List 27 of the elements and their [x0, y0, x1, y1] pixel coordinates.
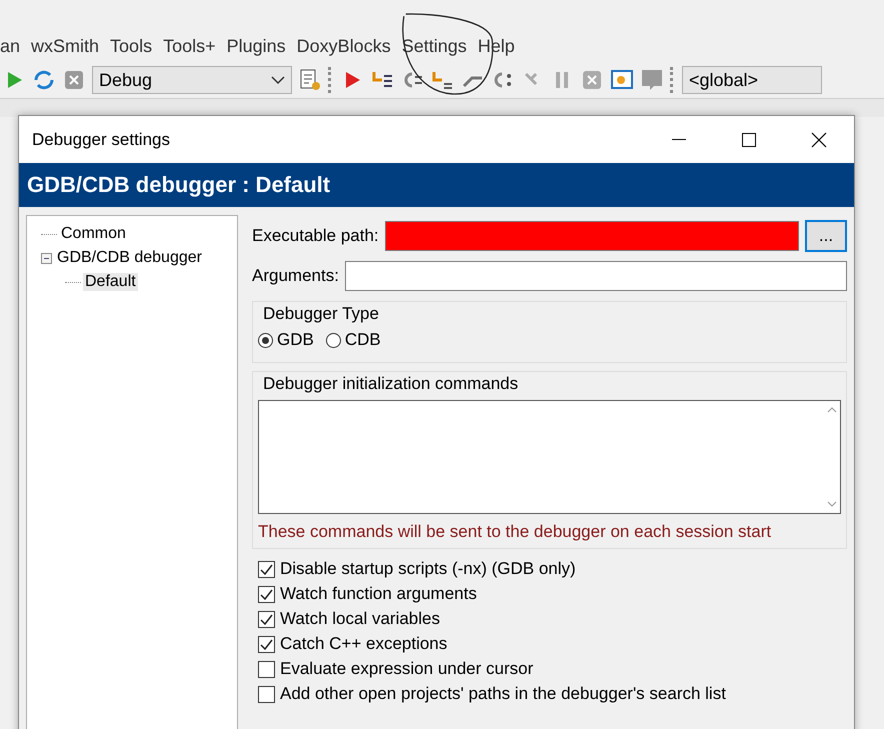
tree-item[interactable]: GDB/CDB debugger [55, 249, 204, 267]
menu-item[interactable]: Plugins [226, 36, 297, 56]
checkbox-label: Catch C++ exceptions [280, 634, 448, 654]
checkbox-label: Disable startup scripts (-nx) (GDB only) [280, 559, 576, 579]
radio-label: CDB [344, 330, 381, 350]
tree-item[interactable]: Default [83, 273, 138, 291]
menu-item[interactable]: wxSmith [31, 36, 110, 56]
settings-header: GDB/CDB debugger : Default [19, 163, 854, 207]
hint-text: These commands will be sent to the debugger on each session start [258, 521, 772, 542]
field-label: Arguments: [252, 266, 339, 286]
menu-item[interactable]: Tools+ [163, 36, 227, 56]
build-target-dropdown[interactable]: Debug [92, 66, 292, 94]
group-title: Debugger initialization commands [262, 373, 520, 395]
scope-dropdown[interactable]: <global> [682, 66, 822, 94]
checkbox-label: Evaluate expression under cursor [280, 659, 534, 679]
field-label: Executable path: [252, 226, 379, 246]
checkbox-label: Watch local variables [280, 609, 440, 629]
menu-item[interactable]: Tools [110, 36, 164, 56]
window-title: Debugger settings [32, 130, 171, 150]
group-title: Debugger Type [262, 303, 380, 325]
checkbox-label: Add other open projects' paths in the debugger's search list [280, 684, 726, 704]
browse-button[interactable]: ... [805, 220, 847, 252]
radio-label: GDB [277, 330, 314, 350]
tree-item[interactable]: Common [59, 225, 128, 243]
checkbox-label: Watch function arguments [280, 584, 477, 604]
menu-item[interactable]: an [0, 36, 32, 56]
menu-item[interactable]: DoxyBlocks [296, 36, 402, 56]
